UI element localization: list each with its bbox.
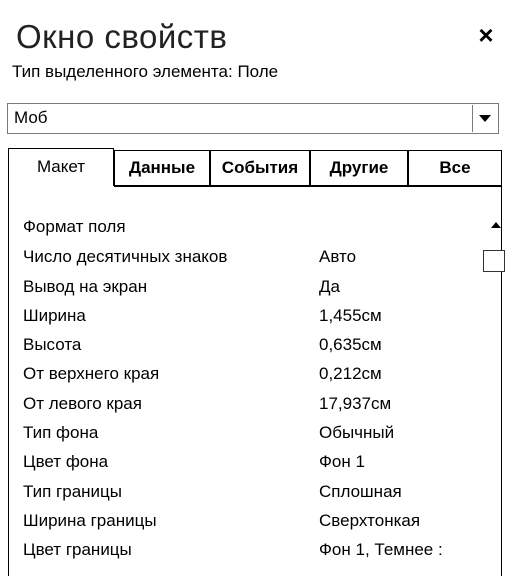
property-name[interactable]: Тип границы — [23, 479, 122, 505]
property-name[interactable]: Число десятичных знаков — [23, 244, 227, 270]
property-row[interactable]: Высота 0,635см — [23, 332, 493, 358]
property-value[interactable]: 0,212см — [319, 361, 495, 387]
pane-title: Окно свойств — [16, 18, 228, 55]
property-name[interactable]: Цвет границы — [23, 537, 132, 563]
property-row[interactable]: Ширина 1,455см — [23, 303, 493, 329]
selection-type-value: Поле — [237, 62, 279, 81]
property-value[interactable]: Сверхтонкая — [319, 508, 495, 534]
property-row[interactable]: Цвет границы Фон 1, Темнее : — [23, 537, 493, 563]
property-value[interactable]: Фон 1, Темнее : — [319, 537, 495, 563]
property-value[interactable]: 1,455см — [319, 303, 495, 329]
property-sheet: Формат поля Число десятичных знаков Авто… — [8, 186, 502, 576]
property-row[interactable]: Формат поля — [23, 214, 493, 240]
object-selector-value: Моб — [14, 108, 48, 127]
property-value[interactable]: Авто — [319, 244, 495, 270]
property-value[interactable]: 17,937см — [319, 391, 495, 417]
property-row[interactable]: Цвет фона Фон 1 — [23, 449, 493, 475]
property-value[interactable]: Фон 1 — [319, 449, 495, 475]
property-name[interactable]: Цвет фона — [23, 449, 108, 475]
selection-type-row: Тип выделенного элемента: Поле — [12, 62, 278, 82]
property-row[interactable]: Число десятичных знаков Авто — [23, 244, 493, 270]
object-selector-dropdown-button[interactable] — [472, 105, 497, 132]
property-tabs: Макет Данные События Другие Все — [8, 148, 502, 186]
property-checkbox[interactable] — [483, 250, 505, 272]
selection-type-label: Тип выделенного элемента: — [12, 62, 233, 81]
property-row[interactable]: Вывод на экран Да — [23, 274, 493, 300]
scroll-up-icon[interactable] — [489, 220, 503, 232]
property-row[interactable]: Тип границы Сплошная — [23, 479, 493, 505]
property-row[interactable]: Тип фона Обычный — [23, 420, 493, 446]
tab-layout[interactable]: Макет — [8, 148, 114, 186]
tab-other[interactable]: Другие — [310, 150, 408, 186]
tab-events[interactable]: События — [210, 150, 310, 186]
property-value[interactable]: Обычный — [319, 420, 495, 446]
property-value[interactable]: 0,635см — [319, 332, 495, 358]
property-row[interactable]: От левого края 17,937см — [23, 391, 493, 417]
property-name[interactable]: Тип фона — [23, 420, 98, 446]
tab-all[interactable]: Все — [408, 150, 502, 186]
tab-data[interactable]: Данные — [114, 150, 210, 186]
property-name[interactable]: Формат поля — [23, 214, 126, 240]
property-row[interactable]: От верхнего края 0,212см — [23, 361, 493, 387]
object-selector-combo[interactable]: Моб — [7, 103, 499, 134]
property-name[interactable]: От левого края — [23, 391, 142, 417]
property-name[interactable]: От верхнего края — [23, 361, 159, 387]
property-name[interactable]: Ширина границы — [23, 508, 157, 534]
chevron-down-icon — [479, 115, 491, 122]
property-value[interactable]: Сплошная — [319, 479, 495, 505]
property-name[interactable]: Высота — [23, 332, 81, 358]
property-row[interactable]: Ширина границы Сверхтонкая — [23, 508, 493, 534]
close-icon[interactable]: × — [473, 22, 499, 48]
property-value[interactable]: Да — [319, 274, 495, 300]
property-name[interactable]: Вывод на экран — [23, 274, 147, 300]
property-name[interactable]: Ширина — [23, 303, 86, 329]
